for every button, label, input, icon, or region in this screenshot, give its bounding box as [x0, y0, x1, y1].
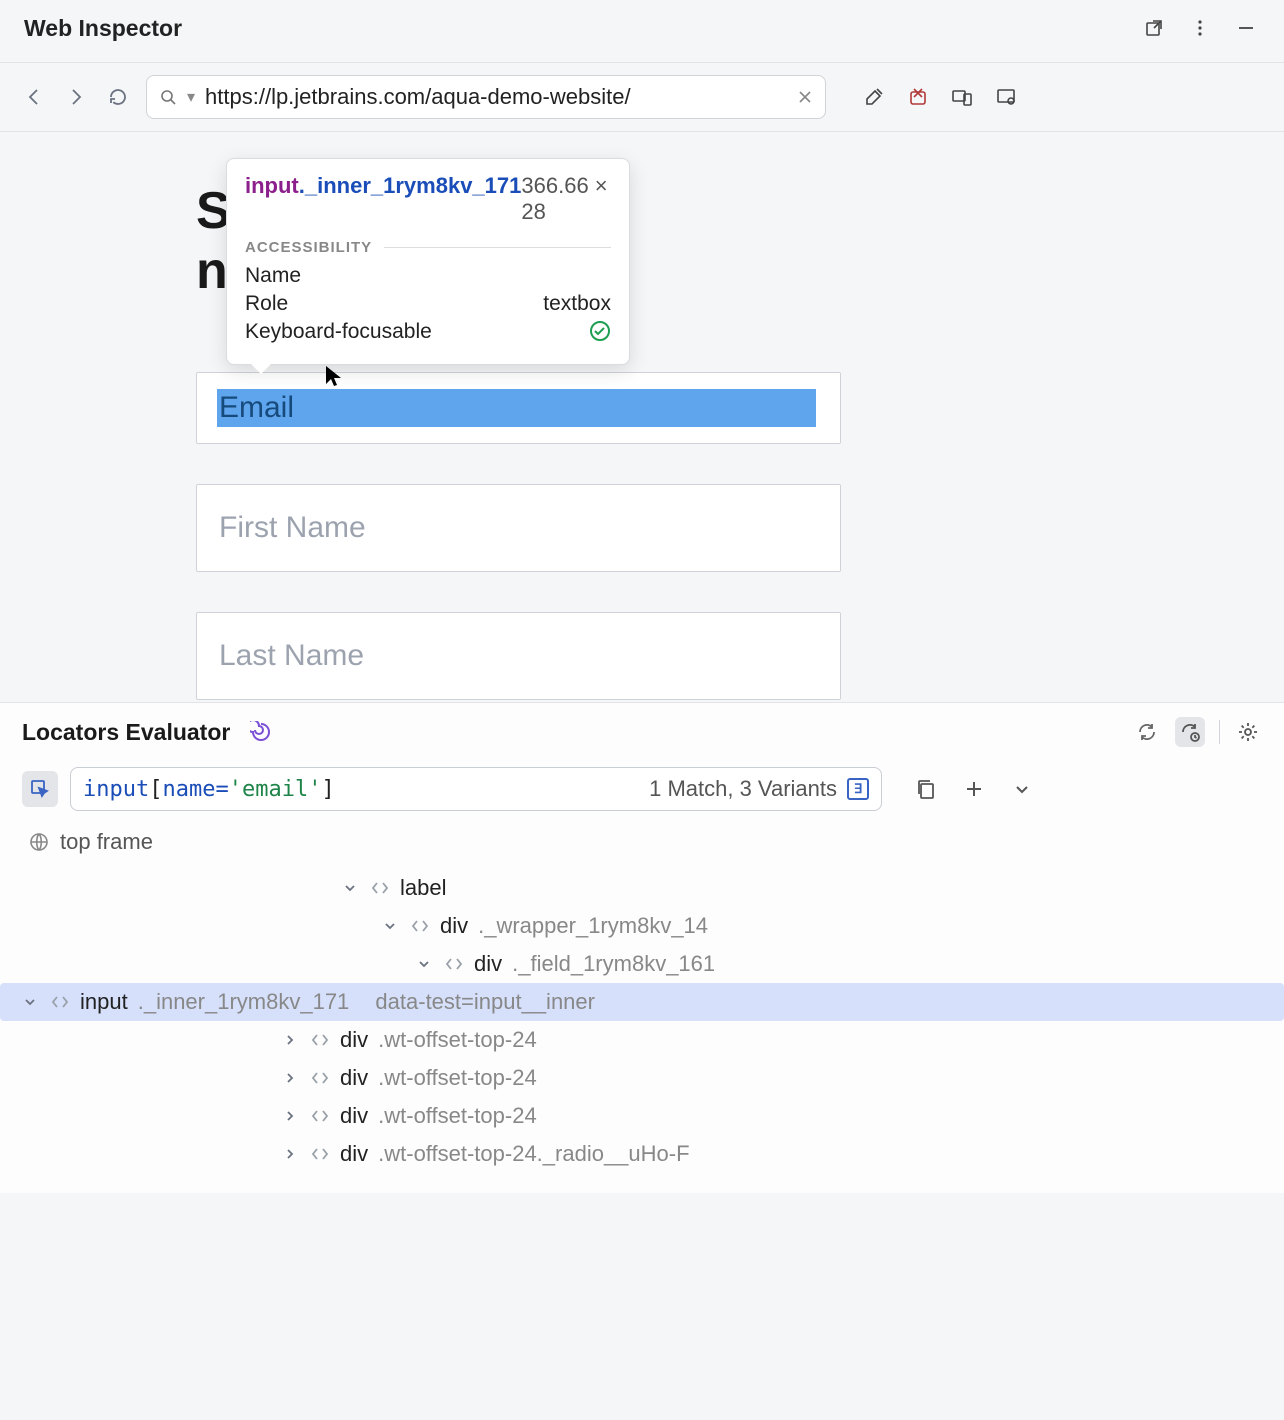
- tree-tag: div: [340, 1027, 368, 1053]
- tree-tag: input: [80, 989, 128, 1015]
- copy-icon[interactable]: [912, 775, 940, 803]
- panel-settings-icon[interactable]: [1234, 718, 1262, 746]
- chevron-icon[interactable]: [22, 994, 40, 1010]
- tag-icon: [444, 954, 464, 974]
- expand-icon[interactable]: [1008, 775, 1036, 803]
- tree-tag: div: [340, 1065, 368, 1091]
- search-icon: [159, 88, 177, 106]
- tree-class: ._field_1rym8kv_161: [512, 951, 715, 977]
- locator-input-row: input[name='email'] 1 Match, 3 Variants …: [0, 761, 1284, 821]
- tree-node-div[interactable]: div .wt-offset-top-24._radio__uHo-F: [22, 1135, 1262, 1173]
- tree-node-div[interactable]: div ._field_1rym8kv_161: [22, 945, 1262, 983]
- url-text[interactable]: https://lp.jetbrains.com/aqua-demo-websi…: [205, 84, 787, 110]
- auto-refresh-icon[interactable]: [1175, 717, 1205, 747]
- tree-class: ._inner_1rym8kv_171: [138, 989, 350, 1015]
- tree-node-label[interactable]: label: [22, 869, 1262, 907]
- toolbar-right: [860, 83, 1020, 111]
- clear-cookies-icon[interactable]: [904, 83, 932, 111]
- frame-label: top frame: [60, 829, 153, 855]
- tag-icon: [310, 1030, 330, 1050]
- tag-icon: [50, 992, 70, 1012]
- chevron-icon[interactable]: [342, 880, 360, 896]
- tag-icon: [310, 1106, 330, 1126]
- clear-url-icon[interactable]: [797, 89, 813, 105]
- refresh-icon[interactable]: [1133, 718, 1161, 746]
- panel-title: Locators Evaluator: [22, 719, 230, 746]
- devices-icon[interactable]: [948, 83, 976, 111]
- tree-tag: div: [440, 913, 468, 939]
- minimize-icon[interactable]: [1232, 14, 1260, 42]
- tree-tag: label: [400, 875, 446, 901]
- tree-attr: data-test=input__inner: [375, 989, 595, 1015]
- dom-tree: labeldiv ._wrapper_1rym8kv_14div ._field…: [0, 865, 1284, 1193]
- chevron-icon[interactable]: [416, 956, 434, 972]
- tree-tag: div: [340, 1141, 368, 1167]
- broom-icon[interactable]: [860, 83, 888, 111]
- browser-toolbar: ▾ https://lp.jetbrains.com/aqua-demo-web…: [0, 63, 1284, 132]
- chevron-icon[interactable]: [282, 1070, 300, 1086]
- globe-icon: [28, 831, 50, 853]
- tooltip-row-role: Role textbox: [245, 292, 611, 316]
- tree-class: .wt-offset-top-24: [378, 1027, 537, 1053]
- first-name-placeholder: First Name: [219, 511, 818, 545]
- tooltip-dimensions: 366.66 × 28: [521, 173, 611, 225]
- chevron-icon[interactable]: [282, 1146, 300, 1162]
- tree-class: .wt-offset-top-24._radio__uHo-F: [378, 1141, 689, 1167]
- css-badge-icon[interactable]: ∃: [847, 778, 869, 800]
- tree-node-div[interactable]: div .wt-offset-top-24: [22, 1059, 1262, 1097]
- element-tooltip: input._inner_1rym8kv_171 366.66 × 28 ACC…: [226, 158, 630, 365]
- tree-tag: div: [474, 951, 502, 977]
- tag-icon: [310, 1144, 330, 1164]
- locator-input[interactable]: input[name='email'] 1 Match, 3 Variants …: [70, 767, 882, 811]
- frame-selector[interactable]: top frame: [0, 821, 1284, 865]
- open-external-icon[interactable]: [1140, 14, 1168, 42]
- tooltip-row-focusable: Keyboard-focusable: [245, 320, 611, 344]
- tree-node-input[interactable]: input ._inner_1rym8kv_171 data-test=inpu…: [0, 983, 1284, 1021]
- first-name-field[interactable]: First Name: [196, 484, 841, 572]
- chevron-icon[interactable]: [282, 1032, 300, 1048]
- tree-tag: div: [340, 1103, 368, 1129]
- tag-icon: [410, 916, 430, 936]
- email-field[interactable]: Email: [196, 372, 841, 444]
- tree-node-div[interactable]: div ._wrapper_1rym8kv_14: [22, 907, 1262, 945]
- app-title: Web Inspector: [24, 15, 182, 42]
- locators-panel: Locators Evaluator input[name='email']: [0, 702, 1284, 1193]
- title-bar-actions: [1140, 14, 1260, 42]
- last-name-placeholder: Last Name: [219, 639, 818, 673]
- title-bar: Web Inspector: [0, 0, 1284, 63]
- tree-class: ._wrapper_1rym8kv_14: [478, 913, 708, 939]
- back-button[interactable]: [20, 83, 48, 111]
- check-icon: [589, 320, 611, 344]
- tooltip-row-name: Name: [245, 264, 611, 288]
- tooltip-section-header: ACCESSIBILITY: [245, 239, 611, 256]
- last-name-field[interactable]: Last Name: [196, 612, 841, 700]
- add-icon[interactable]: [960, 775, 988, 803]
- settings-device-icon[interactable]: [992, 83, 1020, 111]
- panel-header: Locators Evaluator: [0, 703, 1284, 761]
- tooltip-selector: input._inner_1rym8kv_171: [245, 173, 521, 225]
- kebab-menu-icon[interactable]: [1186, 14, 1214, 42]
- tree-class: .wt-offset-top-24: [378, 1065, 537, 1091]
- chevron-icon[interactable]: [282, 1108, 300, 1124]
- tag-icon: [370, 878, 390, 898]
- cursor-icon: [324, 364, 346, 390]
- reload-button[interactable]: [104, 83, 132, 111]
- spiral-icon[interactable]: [250, 721, 272, 743]
- tree-node-div[interactable]: div .wt-offset-top-24: [22, 1021, 1262, 1059]
- chevron-icon[interactable]: [382, 918, 400, 934]
- tag-icon: [310, 1068, 330, 1088]
- page-viewport: S n input._inner_1rym8kv_171 366.66 × 28…: [0, 132, 1284, 702]
- match-count: 1 Match, 3 Variants: [649, 776, 837, 802]
- element-picker-button[interactable]: [22, 771, 58, 807]
- tree-node-div[interactable]: div .wt-offset-top-24: [22, 1097, 1262, 1135]
- forward-button[interactable]: [62, 83, 90, 111]
- email-placeholder: Email: [219, 391, 818, 425]
- dropdown-caret-icon[interactable]: ▾: [187, 87, 195, 107]
- tree-class: .wt-offset-top-24: [378, 1103, 537, 1129]
- url-bar[interactable]: ▾ https://lp.jetbrains.com/aqua-demo-web…: [146, 75, 826, 119]
